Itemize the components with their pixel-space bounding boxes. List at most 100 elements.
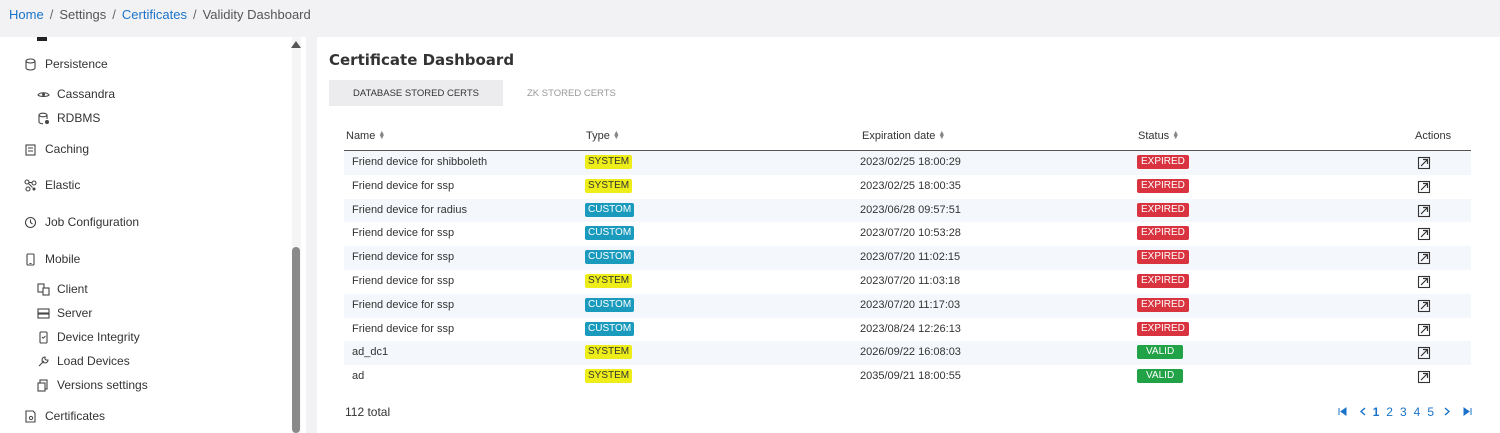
- column-header-label: Status: [1138, 130, 1170, 142]
- certificate-icon: [23, 409, 37, 423]
- type-badge: SYSTEM: [585, 178, 633, 193]
- cert-name: Friend device for radius: [352, 203, 467, 216]
- sidebar-item-label: RDBMS: [57, 111, 101, 125]
- status-badge: EXPIRED: [1137, 297, 1189, 312]
- status-badge: EXPIRED: [1137, 202, 1189, 217]
- sidebar-item-label: Client: [57, 282, 88, 296]
- open-details-icon[interactable]: [1417, 156, 1431, 170]
- column-header-expiration[interactable]: Expiration date ▲ ▼: [862, 130, 945, 142]
- total-count: 112 total: [345, 405, 391, 419]
- eye-icon: [36, 87, 50, 101]
- column-header-label: Expiration date: [862, 130, 936, 142]
- sidebar-partial-icon: [37, 37, 47, 41]
- tab-zk-stored-certs[interactable]: ZK STORED CERTS: [503, 80, 640, 106]
- device-integrity-icon: [36, 330, 50, 344]
- column-header-name[interactable]: Name ▲ ▼: [346, 130, 385, 142]
- expiration-date: 2023/07/20 10:53:28: [860, 227, 961, 240]
- type-badge: SYSTEM: [585, 155, 633, 169]
- sidebar-item-load-devices[interactable]: Load Devices: [36, 354, 130, 368]
- sidebar-item-label: Elastic: [45, 178, 81, 192]
- page-title: Certificate Dashboard: [329, 51, 515, 69]
- breadcrumb-separator: /: [112, 7, 116, 22]
- table-row: Friend device for shibboleth SYSTEM 2023/0…: [344, 151, 1471, 175]
- wrench-icon: [36, 354, 50, 368]
- sidebar-item-versions-settings[interactable]: Versions settings: [36, 378, 148, 392]
- expiration-date: 2023/02/25 18:00:35: [860, 179, 961, 192]
- column-header-type[interactable]: Type ▲ ▼: [586, 130, 620, 142]
- expiration-date: 2023/07/20 11:17:03: [860, 298, 961, 311]
- sidebar-item-rdbms[interactable]: RDBMS: [36, 111, 100, 125]
- sidebar-item-label: Versions settings: [57, 378, 148, 392]
- status-badge: EXPIRED: [1137, 178, 1189, 193]
- open-details-icon[interactable]: [1417, 299, 1431, 313]
- table-row: ad SYSTEM 2035/09/21 18:00:55 VALID: [344, 365, 1471, 389]
- cert-name: Friend device for ssp: [352, 251, 455, 264]
- sidebar-item-client[interactable]: Client: [36, 282, 88, 296]
- tab-database-stored-certs[interactable]: DATABASE STORED CERTS: [329, 80, 503, 106]
- sidebar-scroll-thumb[interactable]: [292, 247, 300, 433]
- sidebar-item-server[interactable]: Server: [36, 306, 92, 320]
- open-details-icon[interactable]: [1417, 251, 1431, 265]
- open-details-icon[interactable]: [1417, 180, 1431, 194]
- sort-icon: ▲ ▼: [612, 130, 620, 141]
- sidebar-item-label: Server: [57, 306, 93, 320]
- column-header-status[interactable]: Status ▲ ▼: [1138, 130, 1179, 142]
- page-4-link[interactable]: 4: [1414, 405, 1421, 419]
- sidebar-item-label: Mobile: [45, 252, 81, 266]
- table-row: Friend device for radius CUSTOM 2023/06/28…: [344, 198, 1471, 223]
- next-page-icon[interactable]: [1444, 405, 1451, 419]
- open-details-icon[interactable]: [1417, 346, 1431, 360]
- sidebar-item-label: Load Devices: [57, 354, 130, 368]
- last-page-icon[interactable]: [1463, 405, 1472, 419]
- table-row: Friend device for ssp SYSTEM 2023/02/25 18…: [344, 175, 1471, 199]
- expiration-date: 2026/09/22 16:08:03: [860, 346, 961, 359]
- page-2-link[interactable]: 2: [1386, 405, 1393, 419]
- sidebar-item-label: Caching: [45, 142, 90, 156]
- table-row: Friend device for ssp CUSTOM 2023/07/20 10…: [344, 222, 1471, 246]
- sidebar-item-device-integrity[interactable]: Device Integrity: [36, 330, 140, 344]
- breadcrumb-certificates[interactable]: Certificates: [122, 7, 187, 22]
- table-row: Friend device for ssp CUSTOM 2023/07/20 11…: [344, 293, 1471, 318]
- sidebar-item-persistence[interactable]: Persistence: [23, 57, 108, 71]
- expiration-date: 2023/06/28 09:57:51: [860, 203, 961, 216]
- sort-icon: ▲ ▼: [378, 130, 386, 141]
- sidebar-item-mobile[interactable]: Mobile: [23, 252, 80, 266]
- table-row: Friend device for ssp SYSTEM 2023/07/20 11…: [344, 270, 1471, 294]
- page-3-link[interactable]: 3: [1400, 405, 1407, 419]
- scroll-up-arrow-icon[interactable]: [291, 41, 301, 48]
- table-row: ad_dc1 SYSTEM 2026/09/22 16:08:03 VALID: [344, 341, 1471, 366]
- client-icon: [36, 282, 50, 296]
- open-details-icon[interactable]: [1417, 323, 1431, 337]
- sidebar-item-job-configuration[interactable]: Job Configuration: [23, 215, 139, 229]
- table-row: Friend device for ssp CUSTOM 2023/07/20 11…: [344, 246, 1471, 270]
- page-1-link[interactable]: 1: [1373, 405, 1380, 419]
- server-icon: [36, 306, 50, 320]
- versions-icon: [36, 378, 50, 392]
- sidebar-item-cassandra[interactable]: Cassandra: [36, 87, 115, 101]
- breadcrumb-separator: /: [192, 7, 197, 22]
- rdbms-icon: [36, 111, 50, 125]
- open-details-icon[interactable]: [1417, 227, 1431, 241]
- type-badge: CUSTOM: [585, 321, 635, 336]
- open-details-icon[interactable]: [1417, 204, 1431, 218]
- status-badge: EXPIRED: [1137, 155, 1189, 169]
- expiration-date: 2023/07/20 11:02:15: [860, 251, 961, 264]
- tab-bar: DATABASE STORED CERTS ZK STORED CERTS: [329, 80, 640, 106]
- sidebar-item-label: Cassandra: [57, 87, 116, 101]
- breadcrumb-home[interactable]: Home: [9, 7, 44, 22]
- open-details-icon[interactable]: [1417, 370, 1431, 384]
- type-badge: CUSTOM: [585, 226, 635, 241]
- sidebar-item-certificates[interactable]: Certificates: [23, 409, 105, 423]
- column-header-label: Type: [586, 130, 610, 142]
- table-body: Friend device for shibboleth SYSTEM 2023/0…: [344, 151, 1471, 389]
- column-header-actions: Actions: [1415, 130, 1452, 142]
- open-details-icon[interactable]: [1417, 275, 1431, 289]
- status-badge: EXPIRED: [1137, 273, 1189, 288]
- previous-page-icon[interactable]: [1359, 405, 1366, 419]
- status-badge: EXPIRED: [1137, 321, 1189, 336]
- page-5-link[interactable]: 5: [1427, 405, 1434, 419]
- sidebar-item-elastic[interactable]: Elastic: [23, 178, 80, 192]
- first-page-icon[interactable]: [1338, 405, 1347, 419]
- clock-icon: [23, 215, 37, 229]
- sidebar-item-caching[interactable]: Caching: [23, 142, 89, 156]
